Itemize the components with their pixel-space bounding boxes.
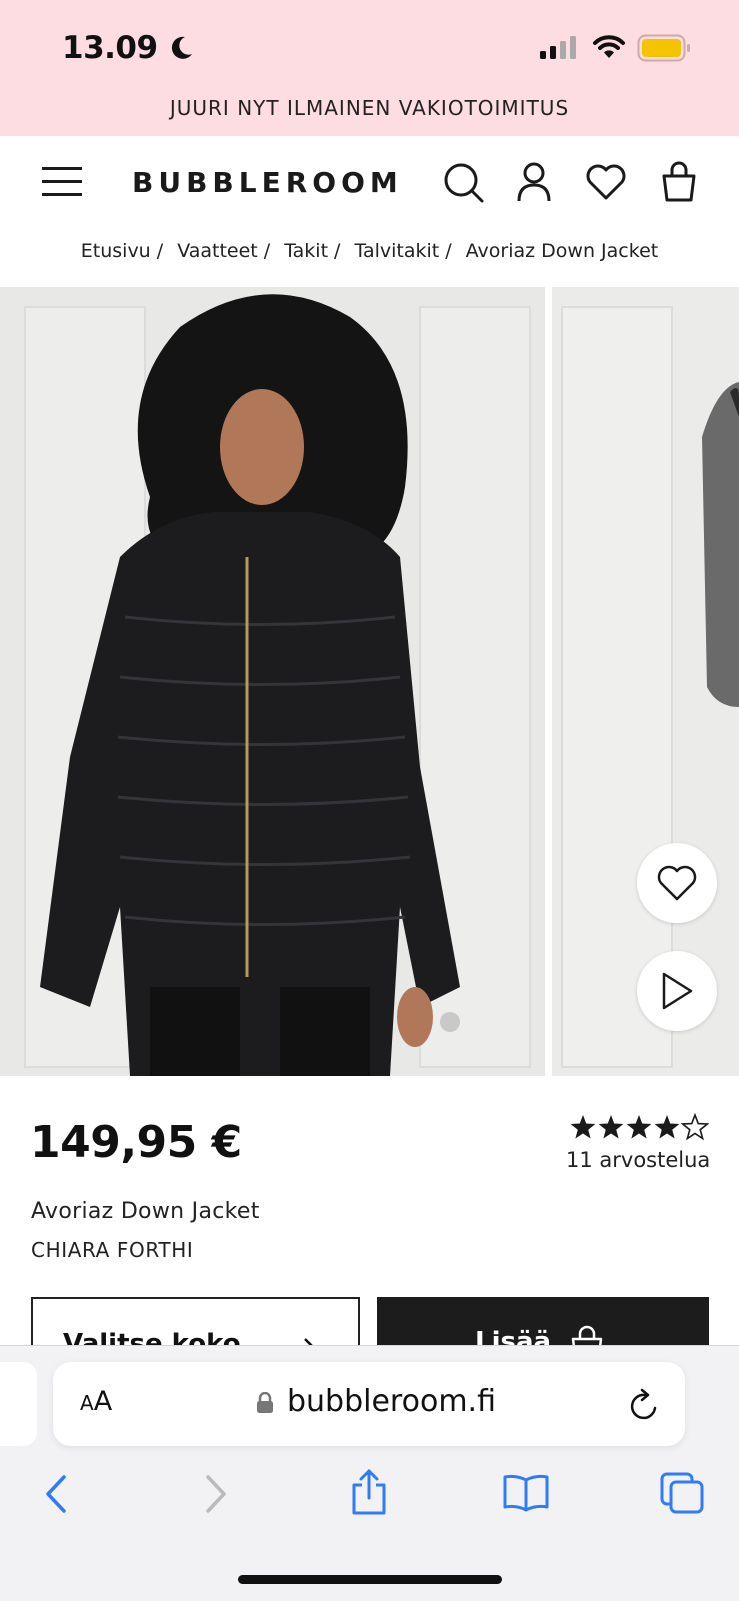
share-icon[interactable] [350, 1468, 388, 1516]
breadcrumb: Etusivu / Vaatteet / Takit / Talvitakit / Av… [0, 240, 739, 262]
star-filled-icon [570, 1115, 596, 1139]
breadcrumb-link[interactable]: Vaatteet [177, 240, 258, 262]
battery-level [642, 39, 681, 57]
search-icon[interactable] [443, 162, 485, 204]
breadcrumb-separator: / [156, 240, 164, 262]
star-filled-icon [626, 1115, 652, 1139]
carousel-dot [440, 1012, 460, 1032]
star-filled-icon [598, 1115, 624, 1139]
product-image[interactable] [0, 287, 545, 1076]
star-filled-icon [654, 1115, 680, 1139]
account-icon[interactable] [516, 162, 552, 202]
play-video-button[interactable] [637, 951, 717, 1031]
wishlist-icon[interactable] [585, 163, 627, 201]
page-settings-button[interactable]: AA [80, 1386, 112, 1417]
battery-icon [637, 34, 691, 62]
reload-icon[interactable] [628, 1388, 660, 1422]
url-text[interactable]: bubbleroom.fi [287, 1384, 496, 1419]
breadcrumb-link[interactable]: Talvitakit [354, 240, 439, 262]
moon-icon [170, 35, 194, 61]
star-empty-icon [680, 1113, 709, 1141]
product-brand[interactable]: CHIARA FORTHI [31, 1238, 193, 1262]
wifi-icon [592, 34, 626, 60]
breadcrumb-link[interactable]: Takit [284, 240, 328, 262]
product-name: Avoriaz Down Jacket [31, 1199, 260, 1224]
bag-icon[interactable] [660, 160, 698, 202]
tabs-icon[interactable] [660, 1472, 704, 1514]
play-icon [660, 971, 694, 1011]
product-image-next[interactable] [552, 287, 739, 1076]
previous-tab-preview[interactable] [0, 1362, 37, 1446]
promo-text: JUURI NYT ILMAINEN VAKIOTOIMITUS [169, 96, 570, 120]
forward-icon[interactable] [204, 1475, 228, 1513]
lock-icon [256, 1392, 274, 1414]
status-time: 13.09 [62, 30, 194, 66]
breadcrumb-separator: / [263, 240, 271, 262]
signal-icon [538, 36, 578, 60]
heart-icon [656, 864, 698, 902]
breadcrumb-separator: / [334, 240, 341, 262]
brand-logo[interactable]: BUBBLEROOM [132, 166, 403, 199]
reviews-link[interactable]: 11 arvostelua [566, 1148, 710, 1172]
product-price: 149,95 € [30, 1117, 242, 1168]
add-to-wishlist-button[interactable] [637, 843, 717, 923]
back-icon[interactable] [44, 1475, 68, 1513]
rating-stars[interactable] [569, 1113, 709, 1143]
breadcrumb-link[interactable]: Etusivu [81, 240, 151, 262]
bookmarks-icon[interactable] [502, 1474, 550, 1512]
home-indicator [238, 1575, 502, 1584]
menu-icon[interactable] [42, 166, 82, 198]
breadcrumb-separator: / [445, 240, 452, 262]
breadcrumb-current: Avoriaz Down Jacket [465, 240, 659, 262]
